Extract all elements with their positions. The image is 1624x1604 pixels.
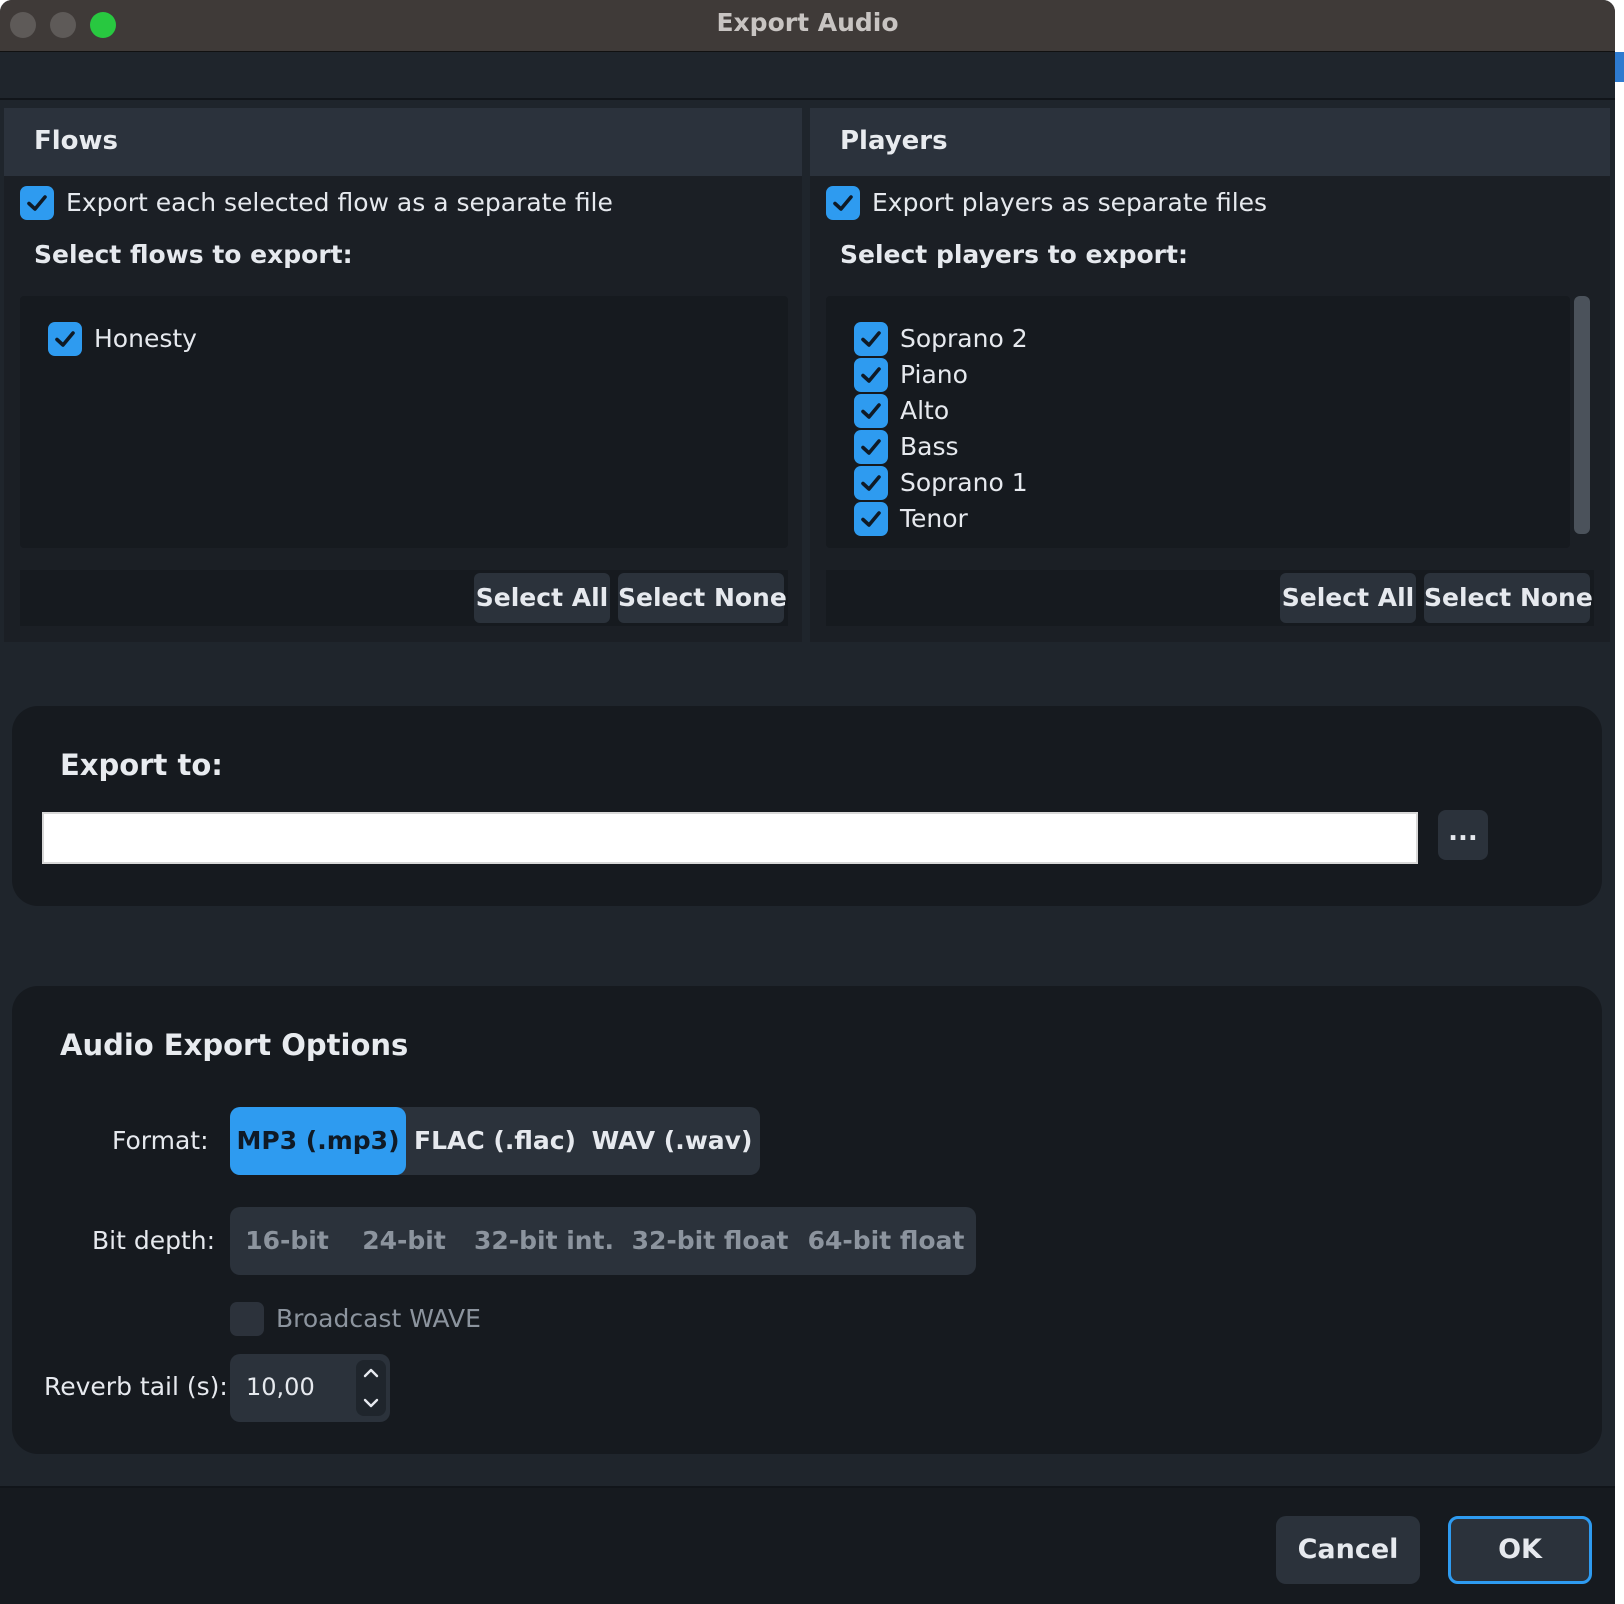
chevron-down-icon: [363, 1398, 379, 1408]
players-header: Players: [810, 108, 1610, 176]
checkmark-icon: [55, 331, 75, 347]
audio-options-heading: Audio Export Options: [60, 1028, 409, 1062]
bit-depth-label: Bit depth:: [92, 1226, 216, 1255]
players-select-all-button[interactable]: Select All: [1280, 573, 1416, 623]
checkmark-icon: [861, 511, 881, 527]
player-item-checkbox[interactable]: [854, 394, 888, 428]
player-item-checkbox[interactable]: [854, 502, 888, 536]
bit-depth-selector: 16-bit 24-bit 32-bit int. 32-bit float 6…: [230, 1207, 976, 1275]
checkmark-icon: [27, 195, 47, 211]
players-list: Soprano 2 Piano Alto Bass Soprano 1 Teno…: [826, 296, 1570, 548]
flows-header: Flows: [4, 108, 802, 176]
flows-list: Honesty: [20, 296, 788, 548]
players-select-none-button[interactable]: Select None: [1424, 573, 1593, 623]
players-heading: Players: [840, 126, 948, 156]
flows-footer: Select All Select None: [20, 570, 788, 626]
player-item-label: Soprano 2: [900, 324, 1028, 353]
ok-button[interactable]: OK: [1448, 1516, 1592, 1584]
top-strip: [0, 52, 1615, 100]
player-item-label: Tenor: [900, 504, 968, 533]
format-selector: MP3 (.mp3) FLAC (.flac) WAV (.wav): [230, 1107, 760, 1175]
reverb-tail-label: Reverb tail (s):: [44, 1372, 228, 1401]
players-scrollbar[interactable]: [1574, 296, 1590, 534]
browse-button[interactable]: ...: [1438, 810, 1488, 860]
title-bar: Export Audio: [0, 0, 1615, 52]
players-separate-checkbox[interactable]: [826, 186, 860, 220]
flow-item-label: Honesty: [94, 324, 197, 353]
format-option-flac[interactable]: FLAC (.flac): [406, 1107, 584, 1175]
flows-separate-label: Export each selected flow as a separate …: [66, 188, 613, 217]
player-item-checkbox[interactable]: [854, 430, 888, 464]
players-footer: Select All Select None: [826, 570, 1594, 626]
flows-heading: Flows: [34, 126, 119, 156]
flows-select-label: Select flows to export:: [34, 240, 353, 269]
checkmark-icon: [861, 439, 881, 455]
broadcast-wave-label: Broadcast WAVE: [276, 1304, 481, 1333]
cancel-button[interactable]: Cancel: [1276, 1516, 1420, 1584]
dialog-button-bar: Cancel OK: [0, 1486, 1615, 1604]
reverb-tail-value[interactable]: 10,00: [246, 1373, 315, 1401]
background-score-edge: [1615, 0, 1624, 1604]
flows-separate-checkbox[interactable]: [20, 186, 54, 220]
background-accent: [1615, 52, 1624, 82]
checkmark-icon: [861, 367, 881, 383]
player-item-checkbox[interactable]: [854, 466, 888, 500]
format-option-mp3[interactable]: MP3 (.mp3): [230, 1107, 406, 1175]
player-item-label: Alto: [900, 396, 950, 425]
format-label: Format:: [112, 1126, 209, 1155]
stepper-arrows: [356, 1360, 386, 1416]
chevron-up-icon: [363, 1368, 379, 1378]
players-select-label: Select players to export:: [840, 240, 1188, 269]
broadcast-wave-checkbox[interactable]: [230, 1302, 264, 1336]
flows-panel: Flows Export each selected flow as a sep…: [4, 108, 802, 642]
format-option-wav[interactable]: WAV (.wav): [584, 1107, 760, 1175]
flows-select-none-button[interactable]: Select None: [618, 573, 787, 623]
flows-select-all-button[interactable]: Select All: [474, 573, 610, 623]
player-item-label: Soprano 1: [900, 468, 1028, 497]
checkmark-icon: [833, 195, 853, 211]
flow-item-checkbox[interactable]: [48, 322, 82, 356]
bit-depth-option-32-int[interactable]: 32-bit int.: [464, 1207, 624, 1275]
player-item-label: Piano: [900, 360, 968, 389]
export-audio-dialog: Export Audio Flows Export each selected …: [0, 0, 1615, 1604]
window-title: Export Audio: [716, 8, 899, 37]
player-item-label: Bass: [900, 432, 959, 461]
export-path-field[interactable]: [42, 812, 1418, 864]
checkmark-icon: [861, 403, 881, 419]
bit-depth-option-32-float[interactable]: 32-bit float: [624, 1207, 796, 1275]
players-separate-label: Export players as separate files: [872, 188, 1268, 217]
checkmark-icon: [861, 475, 881, 491]
bit-depth-option-24[interactable]: 24-bit: [344, 1207, 464, 1275]
reverb-tail-stepper[interactable]: 10,00: [230, 1354, 390, 1422]
player-item-checkbox[interactable]: [854, 322, 888, 356]
players-panel: Players Export players as separate files…: [810, 108, 1610, 642]
bit-depth-option-16[interactable]: 16-bit: [230, 1207, 344, 1275]
export-to-section: [12, 706, 1602, 906]
checkmark-icon: [861, 331, 881, 347]
player-item-checkbox[interactable]: [854, 358, 888, 392]
export-to-heading: Export to:: [60, 748, 223, 782]
bit-depth-option-64-float[interactable]: 64-bit float: [796, 1207, 976, 1275]
